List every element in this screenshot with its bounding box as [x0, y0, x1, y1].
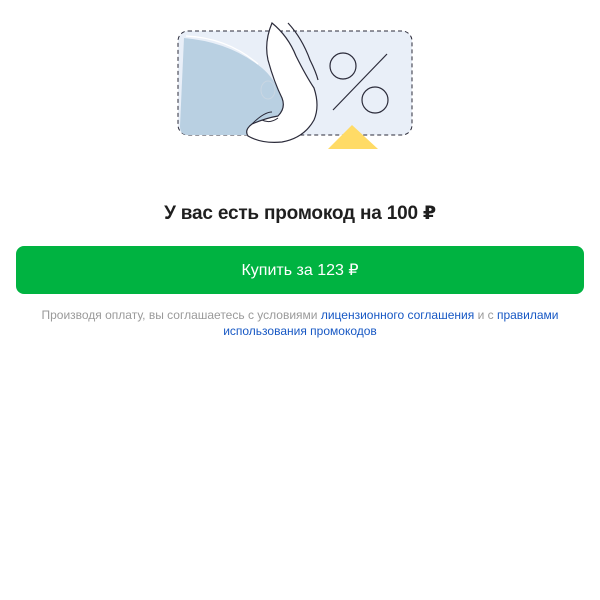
- promo-coupon-illustration: [177, 22, 413, 149]
- legal-text-middle: и с: [474, 308, 497, 322]
- buy-button[interactable]: Купить за 123 ₽: [16, 246, 584, 294]
- legal-notice: Производя оплату, вы соглашаетесь с усло…: [30, 307, 570, 339]
- license-agreement-link[interactable]: лицензионного соглашения: [321, 308, 474, 322]
- promo-page: У вас есть промокод на 100 ₽ Купить за 1…: [0, 0, 600, 600]
- legal-text-before: Производя оплату, вы соглашаетесь с усло…: [41, 308, 321, 322]
- promo-title: У вас есть промокод на 100 ₽: [164, 203, 436, 224]
